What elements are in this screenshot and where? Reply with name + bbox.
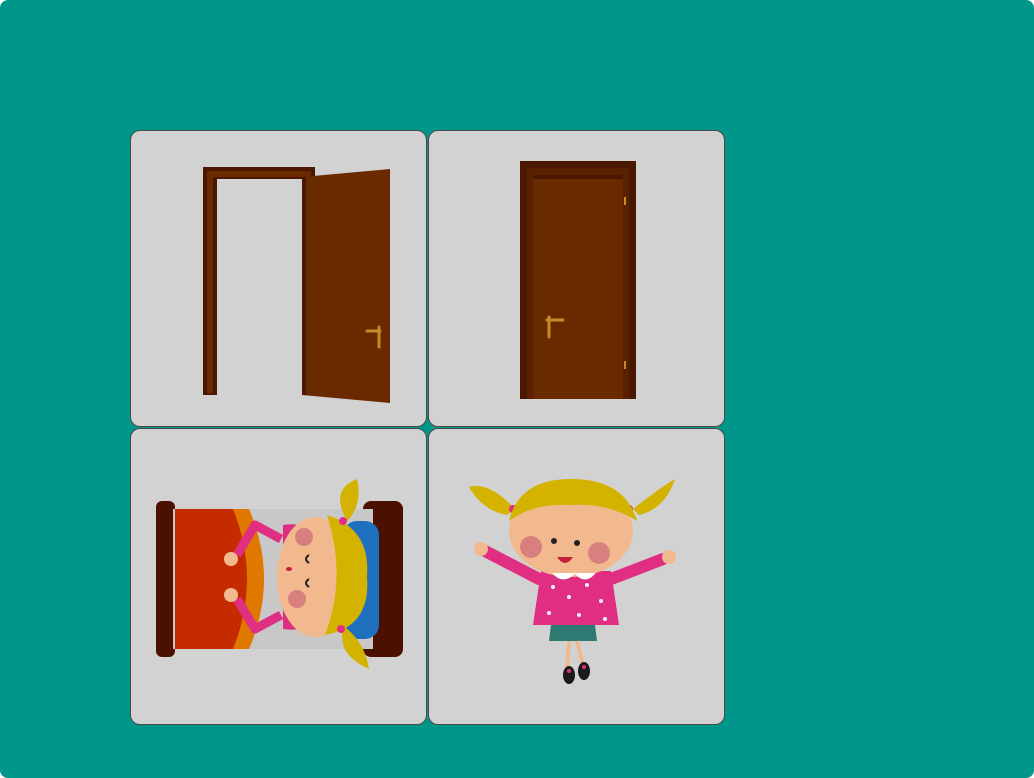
card-girl-in-bed[interactable] <box>130 428 427 725</box>
open-door-icon <box>203 167 390 403</box>
girl-sleeping-in-bed-icon <box>156 479 403 669</box>
card-open-door[interactable] <box>130 130 427 427</box>
girl-waking-up-icon <box>469 479 676 684</box>
card-closed-door[interactable] <box>428 130 725 427</box>
closed-door-icon <box>520 161 636 399</box>
card-happy-girl[interactable] <box>428 428 725 725</box>
activity-board <box>0 0 1034 778</box>
